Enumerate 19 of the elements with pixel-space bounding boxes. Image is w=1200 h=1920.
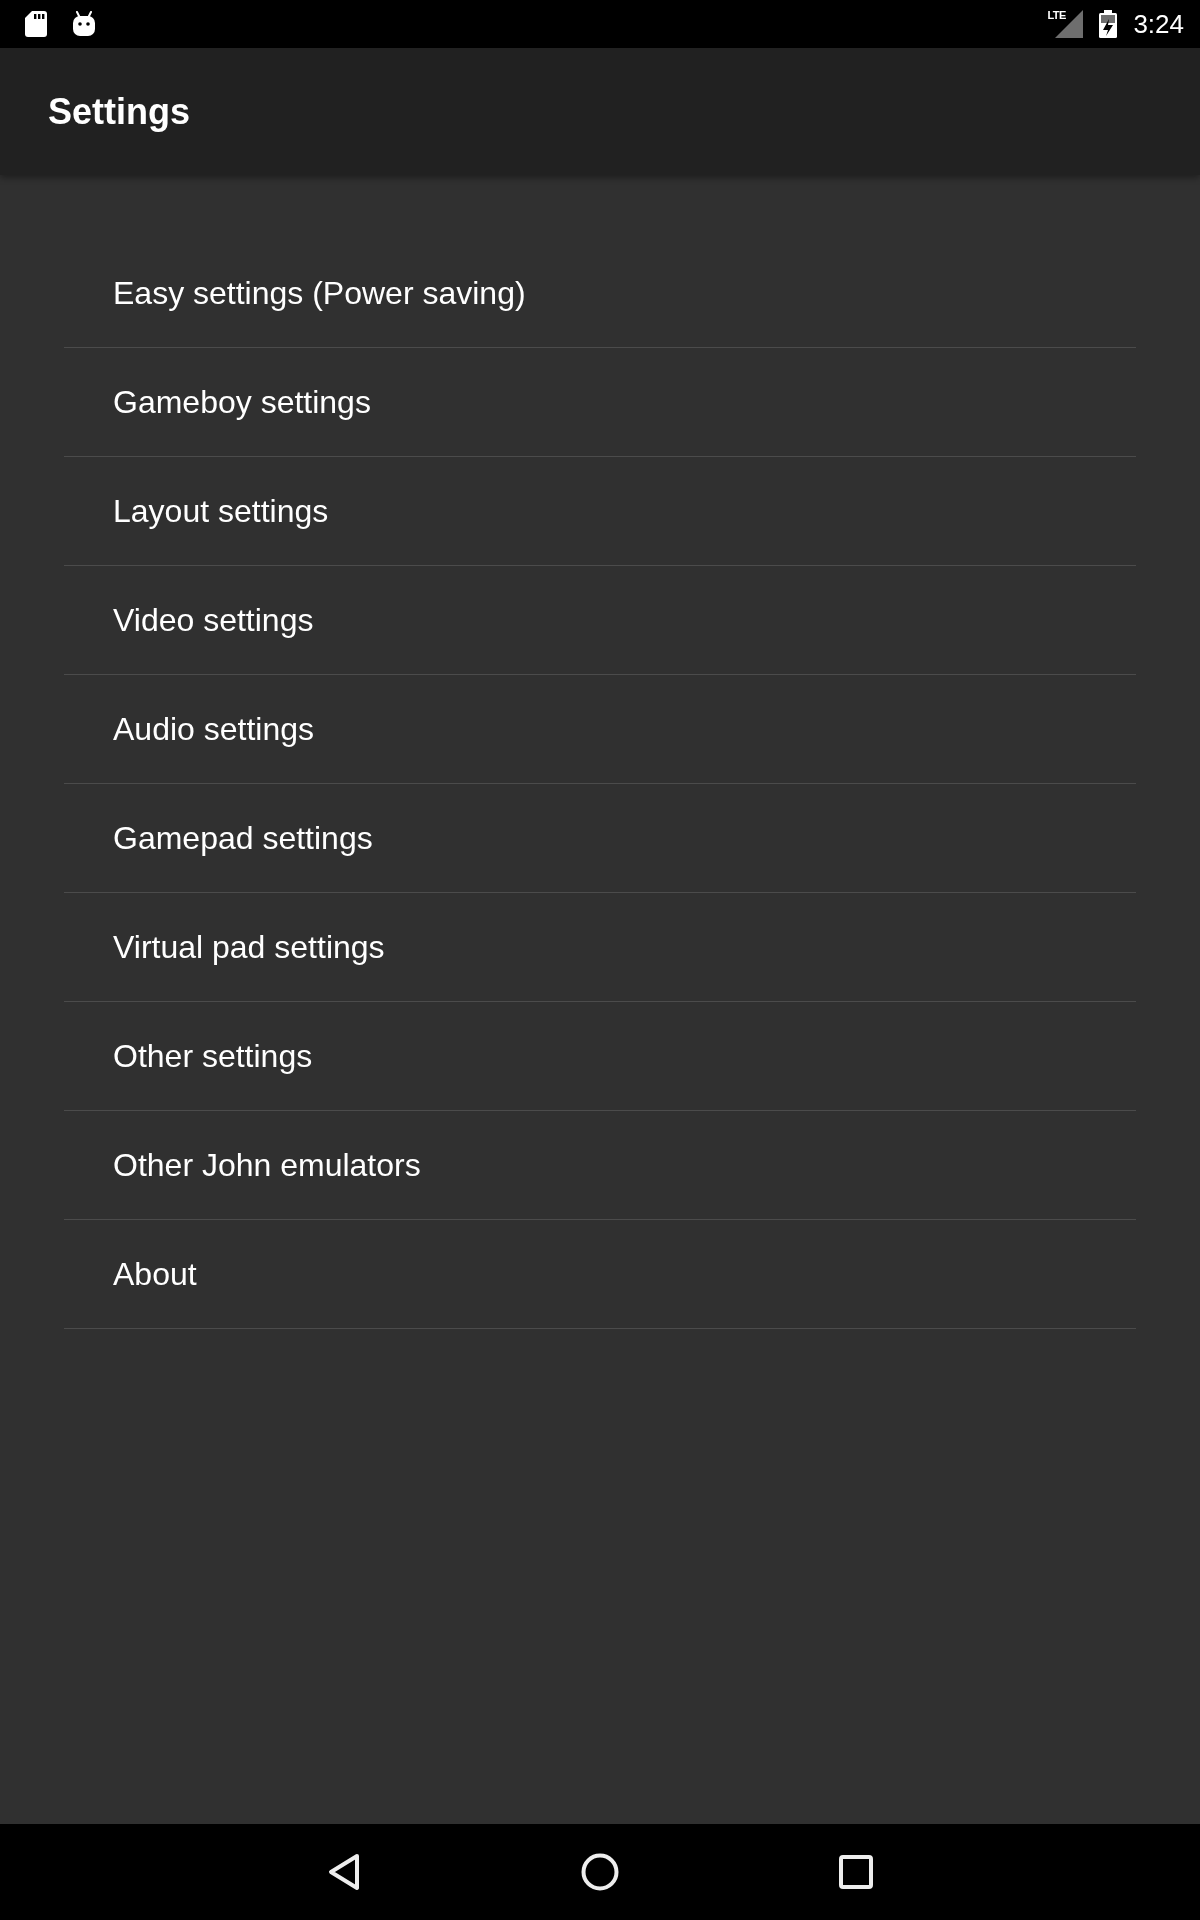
settings-list-item[interactable]: Virtual pad settings	[64, 893, 1136, 1002]
settings-list-item[interactable]: Audio settings	[64, 675, 1136, 784]
settings-list-item[interactable]: Video settings	[64, 566, 1136, 675]
sd-card-icon	[25, 11, 47, 37]
screen-title: Settings	[48, 89, 190, 134]
settings-list-item[interactable]: Gamepad settings	[64, 784, 1136, 893]
battery-charging-icon	[1099, 10, 1118, 38]
settings-list-item[interactable]: About	[64, 1220, 1136, 1329]
settings-list-item[interactable]: Easy settings (Power saving)	[64, 239, 1136, 348]
recent-apps-icon[interactable]	[839, 1855, 873, 1889]
settings-list-item[interactable]: Gameboy settings	[64, 348, 1136, 457]
back-icon[interactable]	[327, 1853, 361, 1891]
android-robot-icon	[72, 11, 96, 37]
status-time: 3:24	[1133, 9, 1184, 39]
settings-list-item[interactable]: Other John emulators	[64, 1111, 1136, 1220]
home-icon[interactable]	[581, 1853, 619, 1891]
settings-list-item[interactable]: Other settings	[64, 1002, 1136, 1111]
network-type-label: LTE	[1047, 9, 1066, 21]
settings-list-item[interactable]: Layout settings	[64, 457, 1136, 566]
